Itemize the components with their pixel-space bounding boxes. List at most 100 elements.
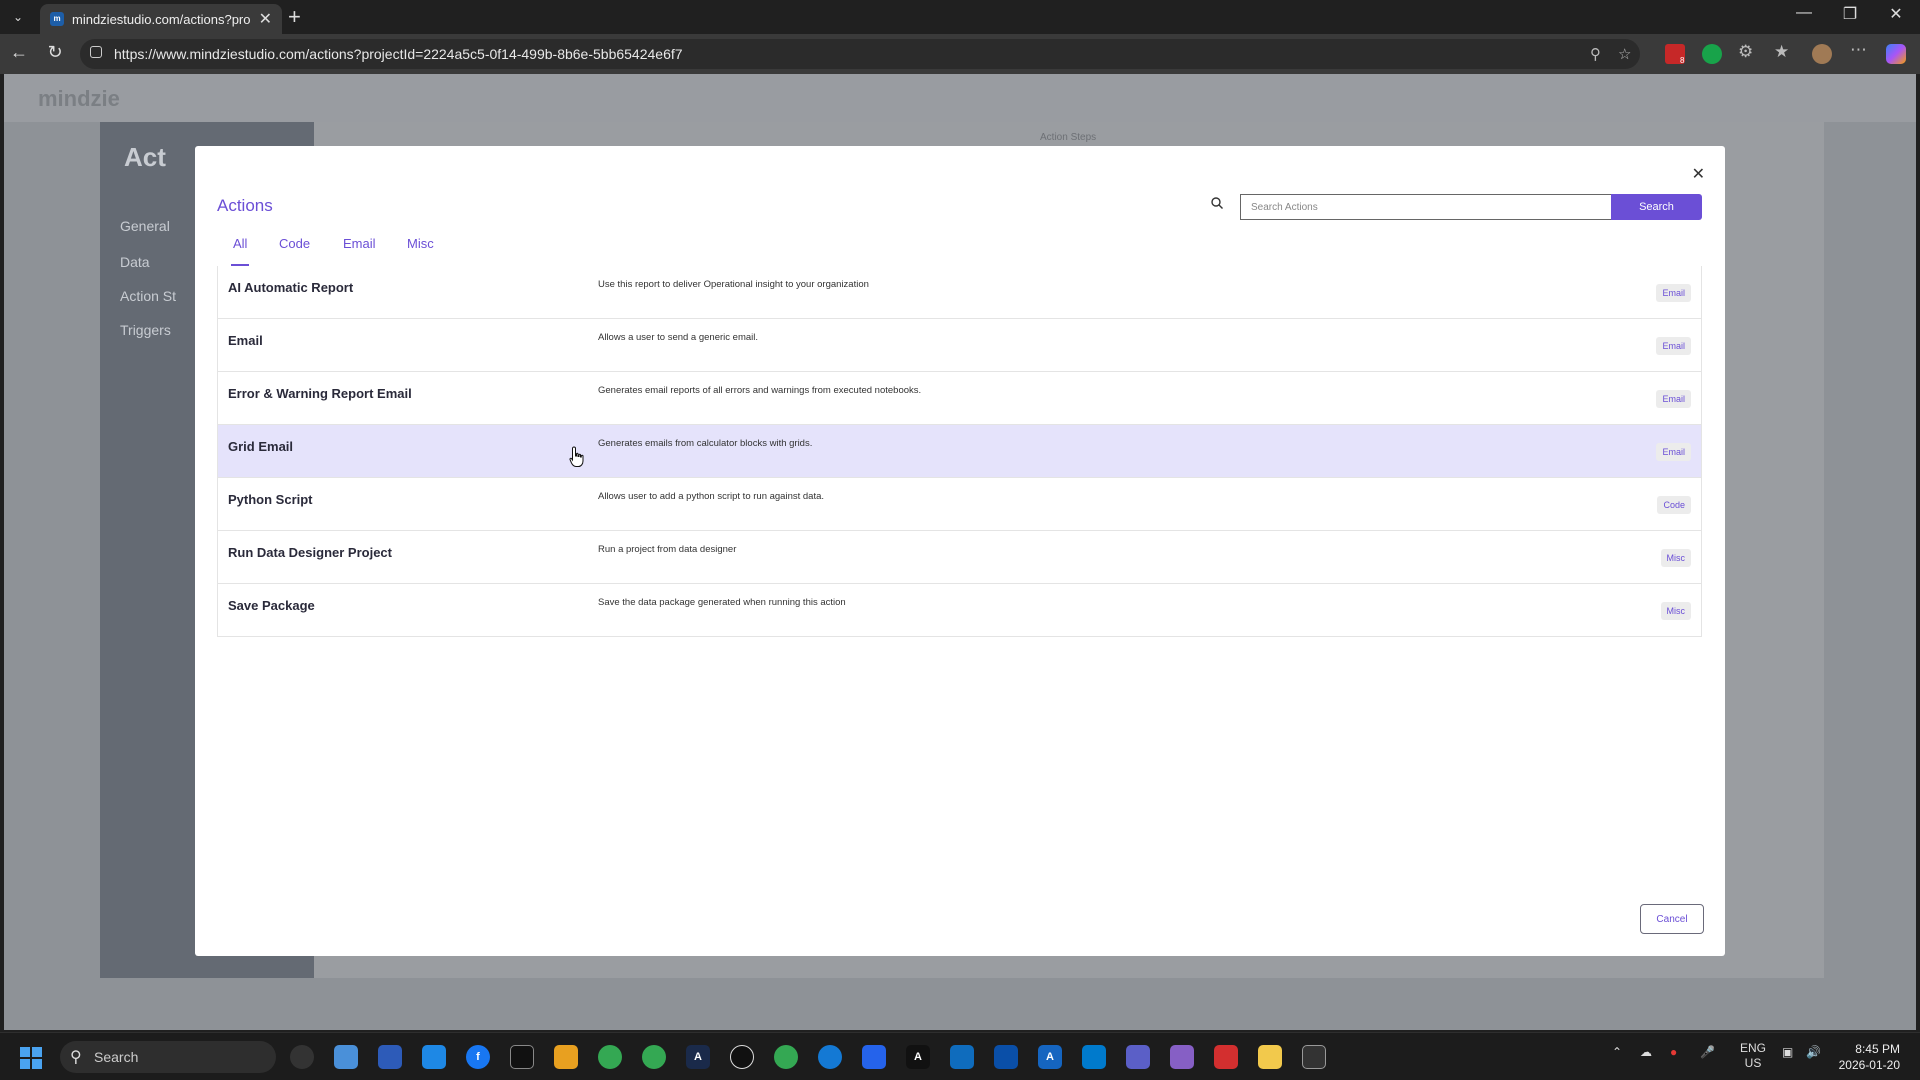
- app-icon-7[interactable]: [554, 1045, 578, 1069]
- tab-code[interactable]: Code: [279, 236, 310, 266]
- chrome-icon[interactable]: [598, 1045, 622, 1069]
- address-bar-row: ← ↻ https://www.mindziestudio.com/action…: [0, 34, 1920, 74]
- copilot-icon[interactable]: [1886, 44, 1906, 64]
- profile-avatar[interactable]: [1812, 44, 1832, 64]
- category-badge: Misc: [1660, 549, 1691, 567]
- sidebar-item-triggers: Triggers: [120, 322, 171, 338]
- extension-badge: 8: [1680, 56, 1685, 65]
- chrome-icon-3[interactable]: [774, 1045, 798, 1069]
- window-close-icon[interactable]: ✕: [1876, 4, 1916, 24]
- sidebar-item-general: General: [120, 218, 170, 234]
- action-row[interactable]: Python Script Allows user to add a pytho…: [217, 478, 1702, 531]
- minimize-icon[interactable]: —: [1784, 4, 1824, 22]
- tab-list-chevron-icon[interactable]: ⌄: [6, 6, 30, 28]
- app-icon-15[interactable]: A: [906, 1045, 930, 1069]
- app-header: mindzie: [4, 74, 1916, 122]
- app-icon-1[interactable]: [290, 1045, 314, 1069]
- outlook-icon[interactable]: [950, 1045, 974, 1069]
- action-description: Use this report to deliver Operational i…: [598, 279, 869, 290]
- search-icon: [1211, 197, 1223, 209]
- tab-email[interactable]: Email: [343, 236, 376, 266]
- extensions-puzzle-icon[interactable]: ⚙: [1738, 42, 1753, 62]
- action-row[interactable]: AI Automatic Report Use this report to d…: [217, 266, 1702, 319]
- taskbar-search-text: Search: [94, 1049, 139, 1065]
- action-description: Run a project from data designer: [598, 544, 737, 555]
- sidebar-item-action-steps: Action St: [120, 288, 177, 304]
- tab-all-label: All: [233, 236, 248, 251]
- file-explorer-icon[interactable]: [1258, 1045, 1282, 1069]
- app-icon-17[interactable]: [994, 1045, 1018, 1069]
- actions-modal: ✕ Actions Search All Code Email Misc AI …: [195, 146, 1725, 956]
- app-logo: mindzie: [38, 86, 120, 111]
- volume-icon[interactable]: 🔊: [1806, 1045, 1821, 1059]
- openai-icon[interactable]: [730, 1045, 754, 1069]
- action-name: Email: [228, 333, 263, 348]
- tab-misc[interactable]: Misc: [407, 236, 434, 266]
- favorites-icon[interactable]: ★: [1774, 42, 1789, 62]
- refresh-icon[interactable]: ↻: [42, 42, 68, 63]
- teams-icon[interactable]: [1126, 1045, 1150, 1069]
- app-icon-10[interactable]: A: [686, 1045, 710, 1069]
- modal-close-icon[interactable]: ✕: [1692, 164, 1705, 184]
- tab-all[interactable]: All: [231, 236, 250, 266]
- visual-studio-icon[interactable]: [1170, 1045, 1194, 1069]
- modal-title: Actions: [217, 196, 273, 215]
- app-icon-4[interactable]: [422, 1045, 446, 1069]
- category-badge: Code: [1657, 496, 1691, 514]
- background-title: Act: [124, 142, 166, 172]
- language-indicator[interactable]: ENG US: [1740, 1041, 1766, 1071]
- back-icon[interactable]: ←: [6, 42, 32, 63]
- action-description: Save the data package generated when run…: [598, 597, 846, 608]
- category-badge: Email: [1656, 443, 1691, 461]
- powershell-icon[interactable]: [862, 1045, 886, 1069]
- favorite-star-icon[interactable]: ☆: [1618, 45, 1631, 63]
- terminal-icon[interactable]: [1302, 1045, 1326, 1069]
- app-icon-2[interactable]: [334, 1045, 358, 1069]
- vscode-icon[interactable]: [1082, 1045, 1106, 1069]
- action-name: Python Script: [228, 492, 313, 507]
- url-field[interactable]: https://www.mindziestudio.com/actions?pr…: [80, 39, 1640, 69]
- search-button[interactable]: Search: [1611, 194, 1702, 220]
- tab-code-label: Code: [279, 236, 311, 251]
- action-list: AI Automatic Report Use this report to d…: [217, 266, 1702, 637]
- zoom-icon[interactable]: ⚲: [1590, 45, 1601, 63]
- onedrive-icon[interactable]: ☁: [1640, 1045, 1652, 1059]
- new-tab-icon[interactable]: +: [288, 4, 301, 30]
- action-name: Grid Email: [228, 439, 294, 454]
- app-icon-18[interactable]: A: [1038, 1045, 1062, 1069]
- network-icon[interactable]: ▣: [1782, 1045, 1793, 1059]
- chrome-icon-2[interactable]: [642, 1045, 666, 1069]
- tab-close-icon[interactable]: ✕: [259, 9, 272, 29]
- tab-misc-label: Misc: [407, 236, 434, 251]
- app-icon-3[interactable]: [378, 1045, 402, 1069]
- action-row[interactable]: Error & Warning Report Email Generates e…: [217, 372, 1702, 425]
- action-row[interactable]: Run Data Designer Project Run a project …: [217, 531, 1702, 584]
- cancel-button[interactable]: Cancel: [1640, 904, 1704, 934]
- tray-chevron-icon[interactable]: ⌃: [1612, 1045, 1622, 1059]
- app-icon-6[interactable]: [510, 1045, 534, 1069]
- windows-start-icon[interactable]: [20, 1047, 42, 1069]
- microphone-icon[interactable]: 🎤: [1700, 1045, 1715, 1059]
- clock-time: 8:45 PM: [1855, 1042, 1900, 1056]
- more-menu-icon[interactable]: ⋯: [1850, 40, 1867, 60]
- url-text: https://www.mindziestudio.com/actions?pr…: [114, 46, 683, 62]
- action-row[interactable]: Email Allows a user to send a generic em…: [217, 319, 1702, 372]
- edge-icon[interactable]: [818, 1045, 842, 1069]
- clock[interactable]: 8:45 PM 2026-01-20: [1839, 1041, 1900, 1073]
- grammarly-icon[interactable]: [1702, 44, 1722, 64]
- browser-tab[interactable]: m mindziestudio.com/actions?proje ✕: [40, 4, 282, 34]
- search-input[interactable]: [1240, 194, 1613, 220]
- action-row-hovered[interactable]: Grid Email Generates emails from calcula…: [217, 425, 1702, 478]
- category-badge: Email: [1656, 284, 1691, 302]
- taskbar-search[interactable]: ⚲ Search: [60, 1041, 276, 1073]
- app-icon-22[interactable]: [1214, 1045, 1238, 1069]
- sidebar-item-data: Data: [120, 254, 150, 270]
- hand-cursor-icon: [569, 446, 584, 467]
- action-row[interactable]: Save Package Save the data package gener…: [217, 584, 1702, 637]
- restore-icon[interactable]: ❐: [1830, 4, 1870, 24]
- action-name: Save Package: [228, 598, 315, 613]
- facebook-icon[interactable]: f: [466, 1045, 490, 1069]
- action-name: AI Automatic Report: [228, 280, 354, 295]
- tray-app-icon[interactable]: ●: [1670, 1045, 1677, 1059]
- tab-title: mindziestudio.com/actions?proje: [72, 12, 250, 27]
